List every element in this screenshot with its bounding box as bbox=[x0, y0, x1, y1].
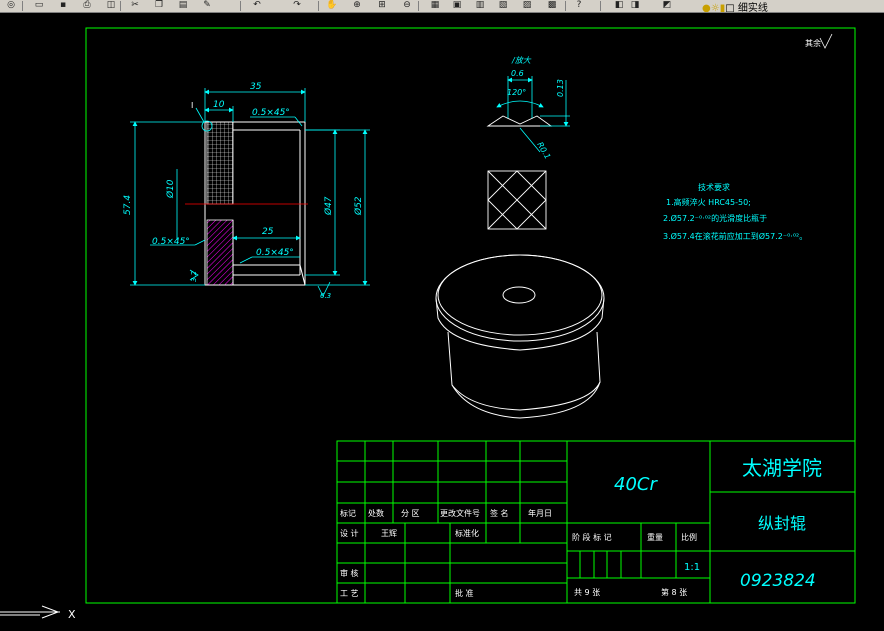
dim-35: 35 bbox=[250, 82, 262, 92]
tb-count: 处数 bbox=[368, 508, 384, 518]
tech-req-line2: 2.Ø57.2⁻⁰·⁰²的光滑度比瓶于 bbox=[663, 213, 767, 223]
dim-dia52: Ø52 bbox=[353, 196, 364, 216]
dim-0-6: 0.6 bbox=[511, 69, 524, 78]
tb-stage-mark: 阶 段 标 记 bbox=[572, 532, 612, 542]
tb-mark: 标记 bbox=[340, 508, 356, 518]
tb-date: 年月日 bbox=[528, 508, 552, 518]
tb-signature: 签 名 bbox=[490, 508, 509, 518]
toolbar-separator bbox=[418, 1, 419, 11]
dim-0-13: 0.13 bbox=[556, 79, 565, 97]
toolbar-separator bbox=[22, 1, 23, 11]
knurl-pattern-box bbox=[487, 170, 547, 230]
material: 40Cr bbox=[614, 474, 658, 495]
dim-25: 25 bbox=[262, 227, 274, 237]
dim-57-4: 57.4 bbox=[123, 195, 133, 215]
markup-icon[interactable]: ▨ bbox=[520, 0, 534, 11]
drawing-canvas[interactable]: 其余 I 35 10 0.5×45° 57.4 Ø10 0.5×45° 25 0… bbox=[0, 12, 884, 631]
rough-bottom: 6.3 bbox=[320, 292, 331, 300]
surface-finish-note: 其余 bbox=[805, 38, 821, 48]
toolbar-separator bbox=[565, 1, 566, 11]
layer-color-icon[interactable]: ◩ bbox=[660, 0, 674, 11]
toolbar-separator bbox=[120, 1, 121, 11]
tech-req-title: 技术要求 bbox=[698, 182, 730, 192]
tb-weight: 重量 bbox=[647, 532, 663, 542]
layer-state-icon[interactable]: ◨ bbox=[628, 0, 642, 11]
surface-finish-symbol bbox=[819, 33, 833, 49]
save-icon[interactable]: ▪ bbox=[56, 0, 70, 11]
svg-text:X: X bbox=[68, 608, 76, 621]
tb-process: 工 艺 bbox=[340, 589, 359, 598]
undo-icon[interactable]: ↶ bbox=[250, 0, 264, 11]
tech-requirements: 技术要求 1.高频淬火 HRC45-50; 2.Ø57.2⁻⁰·⁰²的光滑度比瓶… bbox=[663, 182, 807, 241]
tb-total-sheets: 共 9 张 bbox=[574, 588, 600, 597]
school-name: 太湖学院 bbox=[742, 456, 822, 480]
tb-ratio: 比例 bbox=[681, 532, 697, 542]
isometric-view bbox=[435, 254, 605, 419]
tb-standardize: 标准化 bbox=[455, 528, 479, 538]
print-icon[interactable]: ⎙ bbox=[80, 0, 94, 11]
toolbar-separator bbox=[600, 1, 601, 11]
tb-designer: 王辉 bbox=[381, 529, 397, 538]
sheet-set-icon[interactable]: ▧ bbox=[496, 0, 510, 11]
globe-icon[interactable]: ◎ bbox=[4, 0, 18, 11]
scale: 1:1 bbox=[684, 562, 700, 573]
hatch-region bbox=[206, 219, 234, 286]
toolbar-separator bbox=[318, 1, 319, 11]
cut-icon[interactable]: ✂ bbox=[128, 0, 142, 11]
redo-icon[interactable]: ↷ bbox=[290, 0, 304, 11]
layer-manager-icon[interactable]: ◧ bbox=[612, 0, 626, 11]
zoom-window-icon[interactable]: ⊞ bbox=[375, 0, 389, 11]
zoom-previous-icon[interactable]: ⊖ bbox=[400, 0, 414, 11]
ucs-icon: X bbox=[0, 605, 76, 621]
dim-chamfer-bottom: 0.5×45° bbox=[256, 248, 294, 258]
tb-design: 设 计 bbox=[340, 528, 359, 538]
tool-palette-icon[interactable]: ▥ bbox=[473, 0, 487, 11]
detail-label: I bbox=[191, 101, 193, 110]
toolbar-separator bbox=[240, 1, 241, 11]
tech-req-line3: 3.Ø57.4在滚花前应加工到Ø57.2⁻⁰·⁰²。 bbox=[663, 231, 807, 241]
dim-chamfer-top: 0.5×45° bbox=[252, 108, 290, 118]
drawing-number: 0923824 bbox=[740, 571, 816, 591]
dim-r0-1: R0.1 bbox=[535, 141, 552, 161]
dim-dia47: Ø47 bbox=[323, 196, 334, 216]
design-center-icon[interactable]: ▣ bbox=[450, 0, 464, 11]
dim-angle-120: 120° bbox=[507, 88, 526, 97]
tb-approve: 批 准 bbox=[455, 588, 474, 598]
calculator-icon[interactable]: ▩ bbox=[545, 0, 559, 11]
pan-icon[interactable]: ✋ bbox=[325, 0, 339, 11]
part-name: 纵封辊 bbox=[758, 514, 806, 533]
dim-chamfer-left: 0.5×45° bbox=[152, 237, 190, 247]
rough-left: 3.2 bbox=[190, 270, 198, 282]
tech-req-line1: 1.高频淬火 HRC45-50; bbox=[666, 197, 751, 207]
dim-dia10: Ø10 bbox=[165, 179, 176, 199]
detail-view bbox=[486, 115, 553, 127]
tb-zone: 分 区 bbox=[401, 509, 420, 518]
open-icon[interactable]: ▭ bbox=[32, 0, 46, 11]
tb-review: 审 核 bbox=[340, 568, 359, 578]
tb-sheet-no: 第 8 张 bbox=[661, 587, 687, 597]
match-prop-icon[interactable]: ✎ bbox=[200, 0, 214, 11]
knurl-region bbox=[206, 121, 234, 205]
properties-icon[interactable]: ▦ bbox=[428, 0, 442, 11]
tb-change-doc: 更改文件号 bbox=[440, 508, 480, 518]
dim-10: 10 bbox=[213, 100, 225, 110]
zoom-realtime-icon[interactable]: ⊕ bbox=[350, 0, 364, 11]
paste-icon[interactable]: ▤ bbox=[176, 0, 190, 11]
help-icon[interactable]: ? bbox=[572, 0, 586, 11]
detail-scale-note: /放大 bbox=[511, 56, 532, 65]
copy-icon[interactable]: ❐ bbox=[152, 0, 166, 11]
preview-icon[interactable]: ◫ bbox=[104, 0, 118, 11]
